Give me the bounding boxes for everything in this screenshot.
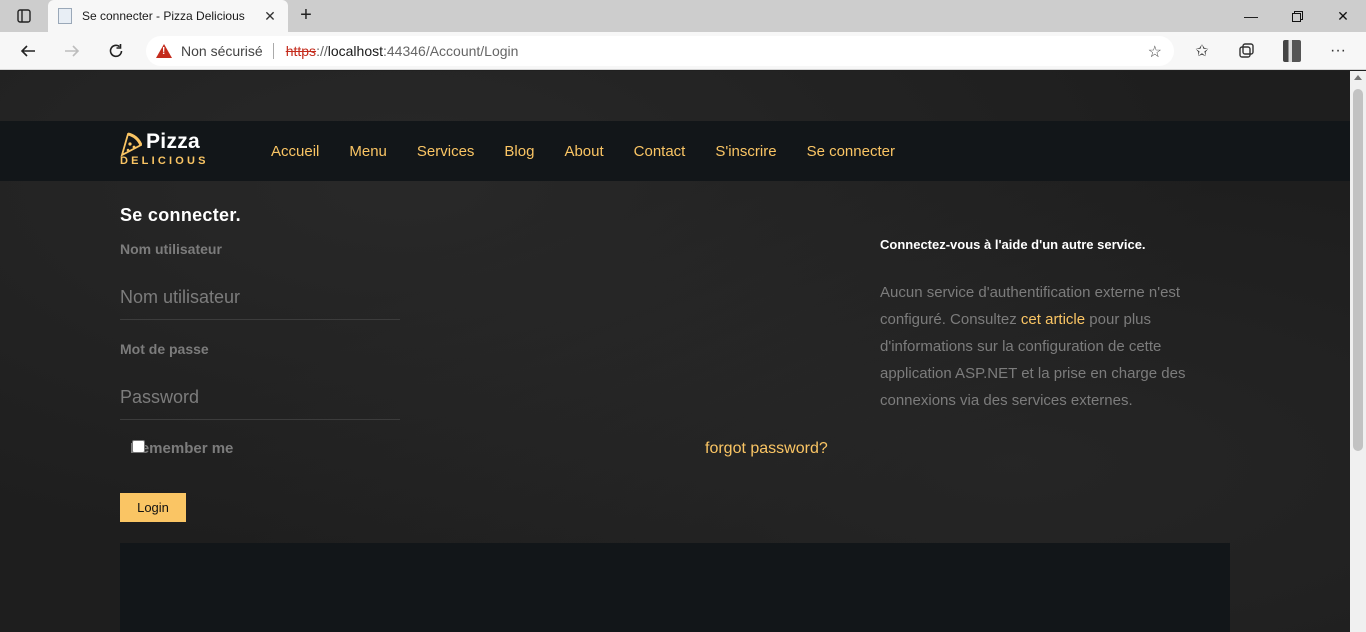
more-menu-icon[interactable]: ··· <box>1324 37 1352 65</box>
brand-subtitle: DELICIOUS <box>120 155 209 167</box>
minimize-icon[interactable]: — <box>1228 0 1274 32</box>
security-label[interactable]: Non sécurisé <box>181 43 263 59</box>
nav-blog[interactable]: Blog <box>489 143 549 160</box>
browser-toolbar: Non sécurisé https://localhost:44346/Acc… <box>0 32 1366 70</box>
scrollbar-thumb[interactable] <box>1353 89 1363 451</box>
external-login-heading: Connectez-vous à l'aide d'un autre servi… <box>880 237 1146 252</box>
add-favorite-icon[interactable]: ☆ <box>1148 42 1162 62</box>
content-panel <box>120 543 1230 632</box>
collections-icon[interactable] <box>1232 37 1260 65</box>
page-scrollbar[interactable] <box>1350 71 1366 632</box>
nav-contact[interactable]: Contact <box>619 143 701 160</box>
url-host: localhost <box>327 43 383 59</box>
main-nav: Accueil Menu Services Blog About Contact… <box>256 121 910 181</box>
brand-logo[interactable]: Pizza DELICIOUS <box>120 129 206 167</box>
tab-title: Se connecter - Pizza Delicious <box>82 9 245 23</box>
url-path: :44346/Account/Login <box>383 43 519 59</box>
favorites-icon[interactable]: ✩ <box>1188 37 1216 65</box>
nav-about[interactable]: About <box>549 143 618 160</box>
nav-sinscrire[interactable]: S'inscrire <box>700 143 791 160</box>
username-input[interactable] <box>120 276 400 320</box>
nav-accueil[interactable]: Accueil <box>256 143 334 160</box>
address-bar[interactable]: Non sécurisé https://localhost:44346/Acc… <box>146 36 1174 66</box>
profile-avatar[interactable] <box>1283 40 1301 62</box>
page-title: Se connecter. <box>120 205 241 225</box>
browser-tab-active[interactable]: Se connecter - Pizza Delicious ✕ <box>48 0 288 32</box>
warning-triangle-icon <box>156 44 172 58</box>
browser-tab-bar: Se connecter - Pizza Delicious ✕ + — ✕ <box>0 0 1366 32</box>
url-text[interactable]: https://localhost:44346/Account/Login <box>286 43 519 59</box>
page-favicon-icon <box>58 8 72 24</box>
url-scheme: https <box>285 43 317 59</box>
tab-close-icon[interactable]: ✕ <box>262 8 278 25</box>
login-button[interactable]: Login <box>120 493 186 522</box>
username-label: Nom utilisateur <box>120 241 222 257</box>
back-arrow-icon[interactable] <box>14 37 42 65</box>
nav-menu[interactable]: Menu <box>334 143 402 160</box>
nav-se-connecter[interactable]: Se connecter <box>792 143 910 160</box>
site-navbar: Pizza DELICIOUS Accueil Menu Services Bl… <box>0 121 1350 181</box>
tab-actions-icon[interactable] <box>8 6 40 26</box>
close-window-icon[interactable]: ✕ <box>1320 0 1366 32</box>
url-separator: :// <box>316 43 328 59</box>
external-login-text: Aucun service d'authentification externe… <box>880 279 1230 414</box>
forward-arrow-icon[interactable] <box>58 37 86 65</box>
nav-services[interactable]: Services <box>402 143 490 160</box>
restore-icon[interactable] <box>1274 0 1320 32</box>
remember-me-label: Remember me <box>130 440 234 457</box>
refresh-icon[interactable] <box>102 37 130 65</box>
new-tab-plus-icon[interactable]: + <box>294 4 318 28</box>
page-viewport: Pizza DELICIOUS Accueil Menu Services Bl… <box>0 71 1350 632</box>
article-link[interactable]: cet article <box>1021 311 1085 328</box>
remember-me-checkbox[interactable] <box>132 440 145 453</box>
password-label: Mot de passe <box>120 341 209 357</box>
address-separator <box>272 43 274 59</box>
pizza-slice-icon <box>120 132 142 157</box>
brand-name: Pizza <box>146 130 201 153</box>
scroll-up-arrow-icon[interactable] <box>1354 75 1362 80</box>
forgot-password-link[interactable]: forgot password? <box>705 440 828 458</box>
password-input[interactable] <box>120 376 400 420</box>
